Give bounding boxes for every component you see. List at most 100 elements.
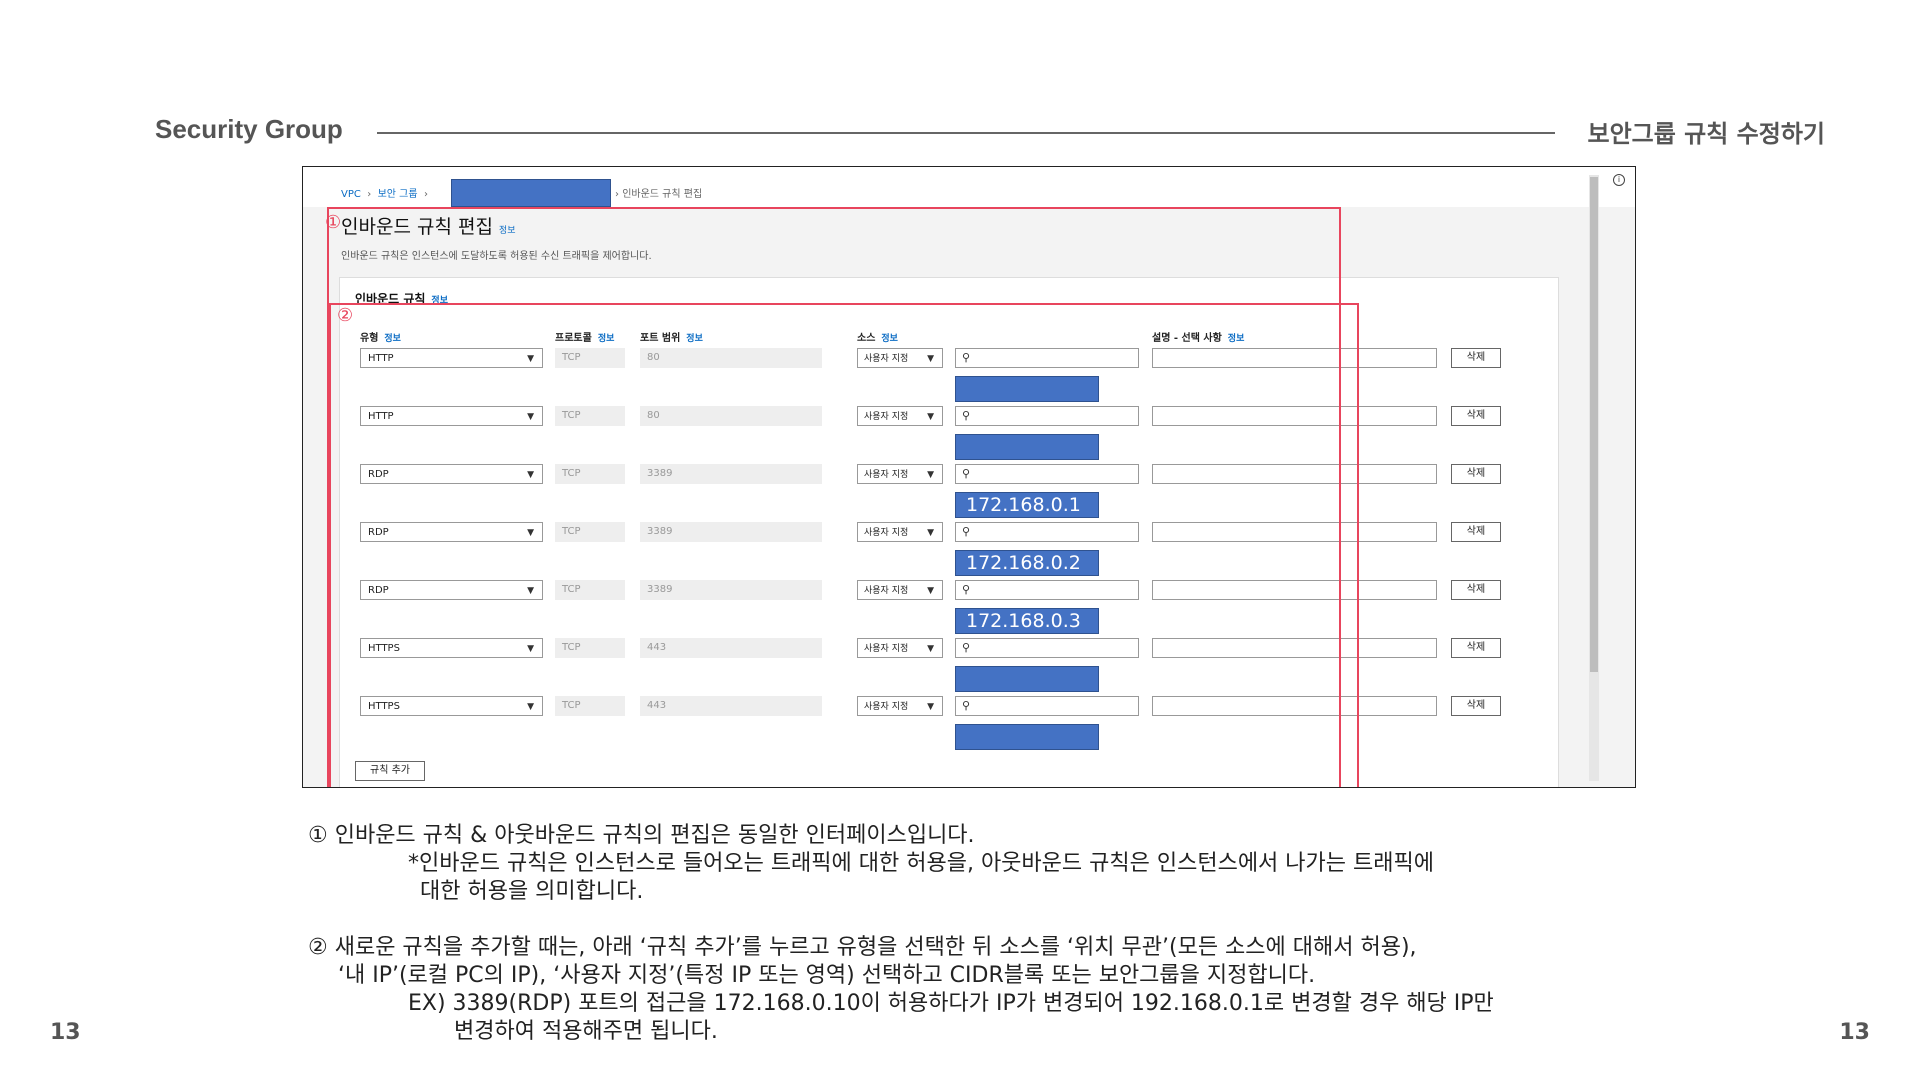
- rule-row: RDP ▼ TCP 3389 사용자 지정 ▼ ⚲ 삭제 172.168.0.1: [303, 464, 1563, 518]
- source-type-select[interactable]: 사용자 지정 ▼: [857, 348, 943, 368]
- add-rule-button[interactable]: 규칙 추가: [355, 761, 425, 781]
- source-type-select[interactable]: 사용자 지정 ▼: [857, 580, 943, 600]
- protocol-field: TCP: [555, 638, 625, 658]
- slide-section-title: Security Group: [155, 114, 343, 144]
- cidr-search-input[interactable]: ⚲: [955, 696, 1139, 716]
- port-range-field: 80: [640, 348, 822, 368]
- info-link[interactable]: 정보: [881, 334, 898, 344]
- search-icon: ⚲: [962, 699, 971, 712]
- delete-rule-button[interactable]: 삭제: [1451, 406, 1501, 426]
- col-description: 설명 - 선택 사항 정보: [1152, 333, 1245, 344]
- page-number-right: 13: [1839, 1020, 1870, 1045]
- info-icon[interactable]: i: [1613, 174, 1625, 186]
- type-select[interactable]: RDP ▼: [360, 464, 543, 484]
- info-link[interactable]: 정보: [598, 334, 615, 344]
- breadcrumb-current: › 인바운드 규칙 편집: [615, 189, 703, 200]
- caret-down-icon: ▼: [927, 644, 934, 654]
- page-description: 인바운드 규칙은 인스턴스에 도달하도록 허용된 수신 트래픽을 제어합니다.: [341, 251, 652, 262]
- port-range-field: 3389: [640, 522, 822, 542]
- type-select[interactable]: HTTP ▼: [360, 406, 543, 426]
- type-select[interactable]: RDP ▼: [360, 522, 543, 542]
- type-select[interactable]: HTTP ▼: [360, 348, 543, 368]
- cidr-search-input[interactable]: ⚲: [955, 406, 1139, 426]
- redacted-group-id: [451, 179, 611, 207]
- chevron-right-icon: ›: [420, 189, 428, 200]
- protocol-field: TCP: [555, 348, 625, 368]
- note-line: ② 새로운 규칙을 추가할 때는, 아래 ‘규칙 추가’를 누르고 유형을 선택…: [308, 935, 1417, 960]
- port-range-field: 443: [640, 638, 822, 658]
- protocol-field: TCP: [555, 580, 625, 600]
- caret-down-icon: ▼: [927, 528, 934, 538]
- caret-down-icon: ▼: [927, 586, 934, 596]
- cidr-search-input[interactable]: ⚲: [955, 580, 1139, 600]
- source-type-select[interactable]: 사용자 지정 ▼: [857, 464, 943, 484]
- port-range-field: 80: [640, 406, 822, 426]
- cidr-chip: 172.168.0.2: [955, 550, 1099, 576]
- col-source: 소스 정보: [857, 333, 898, 344]
- rule-row: HTTP ▼ TCP 80 사용자 지정 ▼ ⚲ 삭제: [303, 406, 1563, 460]
- note-line: 변경하여 적용해주면 됩니다.: [454, 1019, 718, 1044]
- search-icon: ⚲: [962, 583, 971, 596]
- cidr-search-input[interactable]: ⚲: [955, 348, 1139, 368]
- col-type: 유형 정보: [360, 333, 401, 344]
- source-type-select[interactable]: 사용자 지정 ▼: [857, 696, 943, 716]
- protocol-field: TCP: [555, 696, 625, 716]
- description-input[interactable]: [1152, 638, 1437, 658]
- scrollbar[interactable]: [1589, 175, 1599, 781]
- cidr-chip: [955, 724, 1099, 750]
- type-select[interactable]: HTTPS ▼: [360, 638, 543, 658]
- delete-rule-button[interactable]: 삭제: [1451, 522, 1501, 542]
- breadcrumb-security-groups[interactable]: 보안 그룹: [378, 189, 418, 200]
- caret-down-icon: ▼: [927, 412, 934, 422]
- delete-rule-button[interactable]: 삭제: [1451, 464, 1501, 484]
- chevron-right-icon: ›: [364, 189, 375, 200]
- scrollbar-thumb[interactable]: [1590, 177, 1598, 672]
- type-select[interactable]: RDP ▼: [360, 580, 543, 600]
- caret-down-icon: ▼: [527, 470, 534, 480]
- header-divider: [377, 132, 1555, 134]
- description-input[interactable]: [1152, 348, 1437, 368]
- delete-rule-button[interactable]: 삭제: [1451, 638, 1501, 658]
- info-link[interactable]: 정보: [499, 226, 516, 236]
- cidr-search-input[interactable]: ⚲: [955, 638, 1139, 658]
- cidr-chip: [955, 666, 1099, 692]
- cidr-chip: 172.168.0.3: [955, 608, 1099, 634]
- rule-row: RDP ▼ TCP 3389 사용자 지정 ▼ ⚲ 삭제 172.168.0.3: [303, 580, 1563, 634]
- breadcrumb: VPC › 보안 그룹 ›: [341, 185, 428, 200]
- info-link[interactable]: 정보: [384, 334, 401, 344]
- delete-rule-button[interactable]: 삭제: [1451, 696, 1501, 716]
- description-input[interactable]: [1152, 522, 1437, 542]
- source-type-select[interactable]: 사용자 지정 ▼: [857, 406, 943, 426]
- slide-header: Security Group 보안그룹 규칙 수정하기: [155, 112, 1825, 152]
- col-port-range: 포트 범위 정보: [640, 333, 703, 344]
- caret-down-icon: ▼: [527, 412, 534, 422]
- source-type-select[interactable]: 사용자 지정 ▼: [857, 638, 943, 658]
- caret-down-icon: ▼: [527, 586, 534, 596]
- cidr-search-input[interactable]: ⚲: [955, 522, 1139, 542]
- search-icon: ⚲: [962, 351, 971, 364]
- info-link[interactable]: 정보: [686, 334, 703, 344]
- info-link[interactable]: 정보: [431, 296, 448, 306]
- cidr-search-input[interactable]: ⚲: [955, 464, 1139, 484]
- port-range-field: 3389: [640, 580, 822, 600]
- caret-down-icon: ▼: [927, 354, 934, 364]
- info-link[interactable]: 정보: [1228, 334, 1245, 344]
- annotation-marker-2: ②: [337, 305, 354, 326]
- rule-row: HTTPS ▼ TCP 443 사용자 지정 ▼ ⚲ 삭제: [303, 696, 1563, 750]
- search-icon: ⚲: [962, 525, 971, 538]
- explanation-notes: ① 인바운드 규칙 & 아웃바운드 규칙의 편집은 동일한 인터페이스입니다. …: [308, 822, 1648, 1046]
- breadcrumb-vpc[interactable]: VPC: [341, 189, 361, 200]
- caret-down-icon: ▼: [527, 702, 534, 712]
- annotation-marker-1: ①: [325, 212, 342, 233]
- source-type-select[interactable]: 사용자 지정 ▼: [857, 522, 943, 542]
- protocol-field: TCP: [555, 522, 625, 542]
- description-input[interactable]: [1152, 406, 1437, 426]
- console-screenshot: i VPC › 보안 그룹 › › 인바운드 규칙 편집 인바운드 규칙 편집 정…: [302, 166, 1636, 788]
- delete-rule-button[interactable]: 삭제: [1451, 348, 1501, 368]
- note-spacer: [308, 906, 1648, 934]
- description-input[interactable]: [1152, 580, 1437, 600]
- delete-rule-button[interactable]: 삭제: [1451, 580, 1501, 600]
- type-select[interactable]: HTTPS ▼: [360, 696, 543, 716]
- description-input[interactable]: [1152, 464, 1437, 484]
- description-input[interactable]: [1152, 696, 1437, 716]
